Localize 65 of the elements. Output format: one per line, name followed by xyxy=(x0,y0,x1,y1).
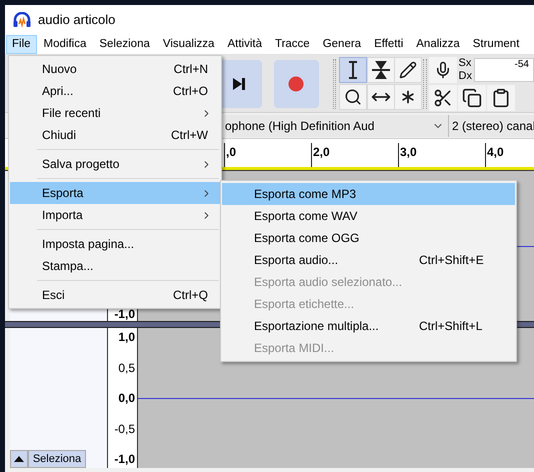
menu-item: Esporta MIDI... xyxy=(253,340,336,357)
menu-item[interactable]: Esporta come WAV xyxy=(222,205,515,227)
search-icon xyxy=(344,88,362,106)
triangle-up-icon xyxy=(14,456,24,462)
menu-item[interactable]: Chiudi Ctrl+W xyxy=(10,124,220,146)
clipboard-icon xyxy=(490,88,511,108)
menu-item[interactable]: File recenti xyxy=(10,102,220,124)
ruler-label: 4,0 xyxy=(487,145,504,159)
scale-label: 1,0 xyxy=(118,330,135,344)
menu-bar-item[interactable]: Strument xyxy=(466,35,526,54)
skip-to-end-icon xyxy=(232,76,246,90)
ruler-label: 3,0 xyxy=(400,145,417,159)
menu-bar-item[interactable]: Modifica xyxy=(38,35,92,54)
menu-bar-item[interactable]: Attività xyxy=(221,35,268,54)
menu-bar-item[interactable]: Analizza xyxy=(410,35,466,54)
menu-item[interactable]: Nuovo Ctrl+N xyxy=(10,58,220,80)
meter-label: Sx xyxy=(458,56,472,70)
menu-item[interactable]: Salva progetto xyxy=(10,153,220,175)
copy-icon xyxy=(462,88,482,108)
tool-button[interactable] xyxy=(394,84,422,110)
menu-item[interactable]: Esci Ctrl+Q xyxy=(10,284,220,306)
menu-item: Esporta audio selezionato... xyxy=(253,274,404,291)
scale-label: -1,0 xyxy=(114,452,135,466)
tool-button[interactable] xyxy=(394,57,422,83)
menu-bar-item[interactable]: Tracce xyxy=(268,35,316,54)
menu-item[interactable]: Stampa... xyxy=(10,255,220,277)
cut-button[interactable] xyxy=(428,84,457,110)
menu-bar-item[interactable]: Effetti xyxy=(368,35,410,54)
menu-item[interactable]: Importa xyxy=(10,204,220,226)
meter-reading: -54 xyxy=(514,58,529,70)
menu-item: Esporta etichette... xyxy=(253,296,356,313)
recording-device-dropdown[interactable]: ophone (High Definition Aud xyxy=(224,114,449,136)
collapse-button[interactable] xyxy=(10,450,28,468)
scale-label: 0,5 xyxy=(118,360,135,374)
record-button[interactable] xyxy=(274,60,319,108)
window-title: audio articolo xyxy=(38,11,116,30)
scale-label: -1,0 xyxy=(114,307,135,321)
menu-bar-item[interactable]: Seleziona xyxy=(93,35,156,54)
paste-button[interactable] xyxy=(486,84,515,110)
meter-label: Dx xyxy=(458,70,472,82)
menu-item[interactable]: Esporta audio... Ctrl+Shift+E xyxy=(222,249,515,271)
menu-item[interactable]: Esportazione multipla... Ctrl+Shift+L xyxy=(222,315,515,337)
menu-bar-item[interactable]: Genera xyxy=(316,35,368,54)
record-icon xyxy=(288,76,304,92)
menu-bar-item[interactable]: File xyxy=(6,35,37,54)
ruler-label: ,0 xyxy=(226,145,236,159)
menu-bar-item[interactable]: Visualizza xyxy=(156,35,220,54)
scale-label: -0,5 xyxy=(114,422,135,436)
select-button[interactable]: Seleziona xyxy=(28,450,86,468)
menu-item[interactable]: Esporta come MP3 xyxy=(222,183,515,205)
ruler-label: 2,0 xyxy=(313,145,330,159)
scissors-icon xyxy=(432,88,453,108)
menu-item[interactable]: Imposta pagina... xyxy=(10,233,220,255)
tool-button[interactable] xyxy=(366,57,394,83)
tool-button[interactable] xyxy=(339,57,368,83)
menu-item[interactable]: Apri... Ctrl+O xyxy=(10,80,220,102)
scale-label: 0,0 xyxy=(118,391,135,405)
microphone-button[interactable] xyxy=(428,56,457,82)
copy-button[interactable] xyxy=(458,84,486,110)
headphones-icon xyxy=(13,12,31,28)
menu-item[interactable]: Esporta come OGG xyxy=(222,227,515,249)
pencil-icon xyxy=(398,61,417,79)
menu-item[interactable]: Esporta xyxy=(10,182,220,204)
tool-button[interactable] xyxy=(339,84,368,110)
tool-button[interactable] xyxy=(366,84,394,110)
